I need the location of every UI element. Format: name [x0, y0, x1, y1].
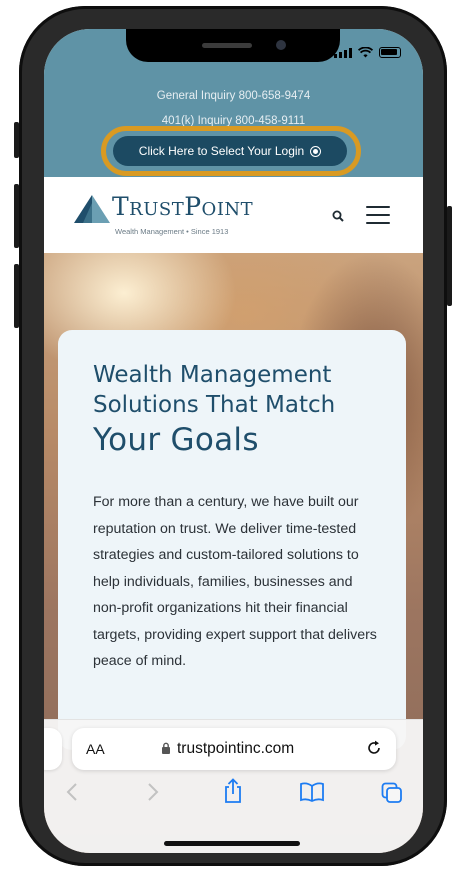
- url-text[interactable]: trustpointinc.com: [177, 740, 294, 758]
- hero-card: Wealth Management Solutions That Match Y…: [58, 330, 406, 750]
- safari-toolbar: [44, 778, 423, 812]
- logo-tagline: Wealth Management • Since 1913: [115, 227, 229, 236]
- battery-icon: [379, 47, 401, 58]
- mute-switch: [14, 122, 19, 158]
- signal-icon: [334, 47, 352, 58]
- logo-wordmark[interactable]: TrustPoint: [112, 192, 253, 221]
- back-icon[interactable]: [66, 782, 78, 802]
- select-login-button[interactable]: Click Here to Select Your Login: [113, 136, 347, 166]
- trustpoint-logo-icon[interactable]: [74, 195, 110, 223]
- volume-up-button: [14, 184, 19, 248]
- menu-icon[interactable]: [366, 206, 390, 230]
- address-bar[interactable]: AA trustpointinc.com: [72, 728, 396, 770]
- wifi-icon: [358, 47, 373, 58]
- tabs-icon[interactable]: [381, 782, 403, 804]
- lock-icon: [162, 742, 170, 754]
- bookmarks-icon[interactable]: [299, 782, 325, 802]
- select-login-label: Click Here to Select Your Login: [138, 144, 305, 158]
- phone-screen: General Inquiry 800-658-9474 401(k) Inqu…: [44, 29, 423, 853]
- volume-down-button: [14, 264, 19, 328]
- hero-body-text: For more than a century, we have built o…: [93, 494, 377, 669]
- forward-icon[interactable]: [147, 782, 159, 802]
- front-camera: [276, 40, 286, 50]
- hero-heading-line1: Wealth Management Solutions That Match: [93, 362, 336, 418]
- notch: [126, 29, 340, 62]
- home-indicator: [164, 841, 300, 846]
- hero-heading: Wealth Management Solutions That Match Y…: [93, 360, 393, 460]
- general-inquiry-phone[interactable]: General Inquiry 800-658-9474: [44, 90, 423, 102]
- previous-tab-peek[interactable]: [44, 728, 62, 770]
- reload-icon[interactable]: [365, 739, 383, 757]
- reader-mode-button[interactable]: AA: [86, 741, 105, 757]
- search-icon[interactable]: [332, 210, 344, 222]
- status-bar: [334, 47, 401, 58]
- speaker-grille: [202, 43, 252, 48]
- share-icon[interactable]: [222, 778, 244, 804]
- site-header: TrustPoint Wealth Management • Since 191…: [44, 177, 423, 253]
- hero-heading-line2: Your Goals: [93, 422, 259, 458]
- safari-bottom-bar: AA trustpointinc.com: [44, 719, 423, 853]
- circle-arrow-icon: [310, 145, 322, 157]
- logo-name: TrustPoint: [112, 192, 254, 221]
- power-button: [447, 206, 452, 306]
